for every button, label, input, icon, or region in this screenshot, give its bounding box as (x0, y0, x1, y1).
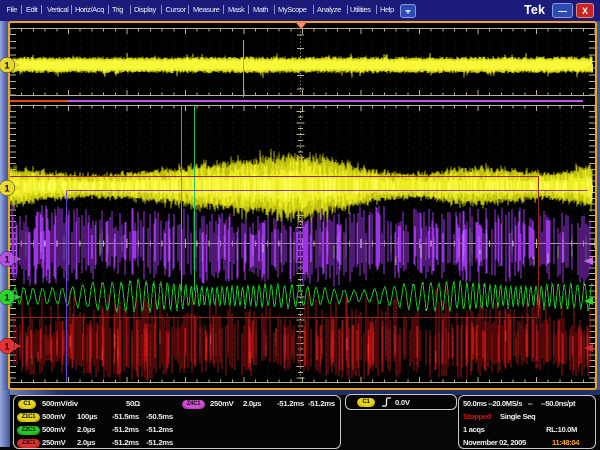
svg-text:1: 1 (4, 60, 10, 71)
svg-text:1: 1 (4, 341, 10, 352)
svg-text:1: 1 (4, 292, 10, 303)
svg-text:1: 1 (4, 183, 10, 194)
svg-text:1: 1 (4, 254, 10, 265)
